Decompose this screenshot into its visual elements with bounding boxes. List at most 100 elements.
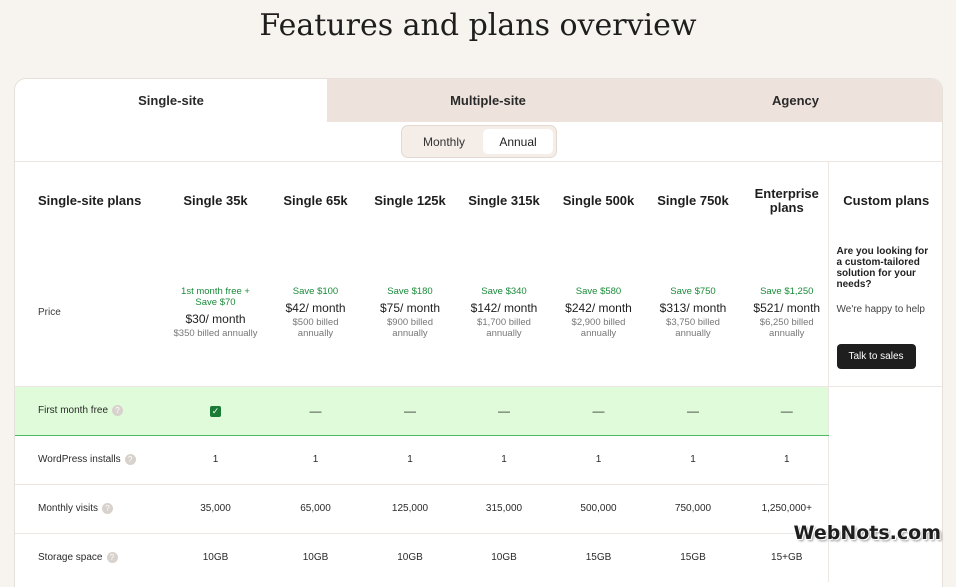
dash-icon: —	[780, 403, 793, 418]
monthly-price: $313/ month	[659, 301, 727, 316]
save-badge: Save $180	[387, 286, 433, 298]
talk-to-sales-button[interactable]: Talk to sales	[836, 344, 916, 369]
billed-annually: $500 billed annually	[292, 317, 339, 340]
price-cell: Save $750 $313/ month $3,750 billed annual…	[640, 240, 746, 386]
plan-name: Single 500k	[562, 193, 635, 208]
dash-icon: —	[592, 403, 605, 418]
plan-header-row: Single-site plans Single 35k Single 65k …	[15, 162, 942, 240]
price-cell: Save $340 $142/ month $1,700 billed annual…	[451, 240, 557, 386]
feature-cell: 1	[262, 434, 369, 484]
feature-label: WordPress installs?	[15, 434, 169, 484]
price-cell: Save $100 $42/ month $500 billed annually	[262, 240, 369, 386]
save-badge: Save $340	[481, 286, 527, 298]
billed-annually: $900 billed annually	[387, 317, 433, 340]
billed-annually: $350 billed annually	[173, 328, 258, 340]
price-cell: 1st month free + Save $70 $30/ month $350 …	[169, 240, 262, 386]
monthly-price: $30/ month	[185, 312, 246, 327]
monthly-price: $242/ month	[565, 301, 632, 316]
feature-cell: 15GB	[640, 532, 746, 582]
monthly-price: $75/ month	[379, 301, 441, 316]
feature-cell: —	[640, 385, 746, 436]
annual-toggle-option[interactable]: Annual	[483, 129, 553, 154]
corner-label: Single-site plans	[38, 193, 142, 208]
billed-annually: $1,700 billed annually	[477, 317, 531, 340]
plans-comparison-table: Single-site plans Single 35k Single 65k …	[15, 162, 942, 582]
save-badge: Save $580	[575, 286, 622, 298]
custom-plans-title: Custom plans	[827, 162, 942, 240]
monthly-price: $521/ month	[753, 301, 821, 316]
help-icon[interactable]: ?	[112, 404, 124, 416]
page-title: Features and plans overview	[259, 8, 697, 43]
price-cell: Save $580 $242/ month $2,900 billed annual…	[557, 240, 640, 386]
monthly-price: $142/ month	[470, 301, 538, 316]
feature-cell: 315,000	[451, 483, 557, 533]
price-label: Price	[38, 307, 61, 319]
feature-cell: 1	[557, 434, 640, 484]
feature-cell: 10GB	[369, 532, 451, 582]
feature-cell: —	[451, 385, 557, 436]
monthly-toggle-option[interactable]: Monthly	[405, 129, 483, 154]
plans-card: Single-site Multiple-site Agency Monthly…	[14, 78, 943, 587]
billing-toggle: Monthly Annual	[401, 125, 557, 158]
feature-cell: ✓	[169, 385, 262, 436]
plan-name: Single 125k	[374, 193, 446, 208]
custom-plans-cell: Are you looking for a custom-tailored so…	[827, 240, 942, 386]
save-badge: Save $750	[670, 286, 716, 298]
save-badge: Save $100	[292, 286, 339, 298]
price-cell: Save $1,250 $521/ month $6,250 billed annu…	[746, 240, 828, 386]
feature-label: Storage space?	[15, 532, 169, 582]
help-icon[interactable]: ?	[124, 453, 136, 465]
billed-annually: $2,900 billed annually	[571, 317, 626, 340]
dash-icon: —	[309, 403, 322, 418]
billed-annually: $6,250 billed annually	[759, 317, 814, 340]
dash-icon: —	[498, 403, 510, 418]
custom-empty-cell	[827, 385, 942, 435]
feature-label-text: WordPress installs	[38, 454, 121, 466]
feature-cell: 1	[169, 434, 262, 484]
custom-plans-question: Are you looking for a custom-tailored so…	[836, 246, 929, 290]
feature-cell: 1	[451, 434, 557, 484]
tab-agency[interactable]: Agency	[649, 79, 942, 122]
feature-cell: —	[557, 385, 640, 436]
feature-cell: 750,000	[640, 483, 746, 533]
plan-name: Single 35k	[183, 193, 248, 208]
price-cell: Save $180 $75/ month $900 billed annually	[369, 240, 451, 386]
feature-cell: 10GB	[262, 532, 369, 582]
feature-label-text: First month free	[38, 405, 109, 417]
tab-multiple-site[interactable]: Multiple-site	[327, 79, 649, 122]
feature-cell: 1	[746, 434, 828, 484]
plan-name: Single 65k	[283, 193, 348, 208]
feature-cell: 15GB	[557, 532, 640, 582]
watermark-logo: WebNots.com	[793, 522, 941, 544]
feature-cell: 65,000	[262, 483, 369, 533]
help-icon[interactable]: ?	[106, 552, 118, 564]
feature-label: Monthly visits?	[15, 483, 169, 533]
plan-name: Enterprise plans	[754, 186, 819, 215]
plan-name: Single 315k	[468, 193, 540, 208]
feature-cell: 35,000	[169, 483, 262, 533]
custom-empty-cell	[827, 435, 942, 484]
feature-cell: 1	[369, 434, 451, 484]
billing-toggle-row: Monthly Annual	[15, 122, 942, 162]
plan-name: Single 750k	[657, 193, 729, 208]
help-icon[interactable]: ?	[102, 502, 114, 514]
feature-cell: 1	[640, 434, 746, 484]
dash-icon: —	[687, 403, 699, 418]
feature-label-text: Storage space	[38, 552, 103, 564]
dash-icon: —	[404, 403, 416, 418]
tab-single-site[interactable]: Single-site	[15, 79, 327, 122]
feature-label: First month free?	[15, 385, 169, 436]
feature-cell: 10GB	[169, 532, 262, 582]
feature-cell: 500,000	[557, 483, 640, 533]
custom-plans-help: We're happy to help	[836, 304, 925, 315]
feature-row-first-month-free: First month free? ✓ — — — — — —	[15, 385, 942, 436]
feature-label-text: Monthly visits	[38, 503, 99, 515]
monthly-price: $42/ month	[285, 301, 346, 316]
feature-cell: —	[746, 385, 828, 436]
billed-annually: $3,750 billed annually	[666, 317, 720, 340]
save-badge: 1st month free + Save $70	[181, 286, 250, 309]
feature-cell: —	[262, 385, 369, 436]
check-icon: ✓	[210, 405, 221, 417]
price-row: Price 1st month free + Save $70 $30/ mont…	[15, 240, 942, 386]
feature-cell: 10GB	[451, 532, 557, 582]
